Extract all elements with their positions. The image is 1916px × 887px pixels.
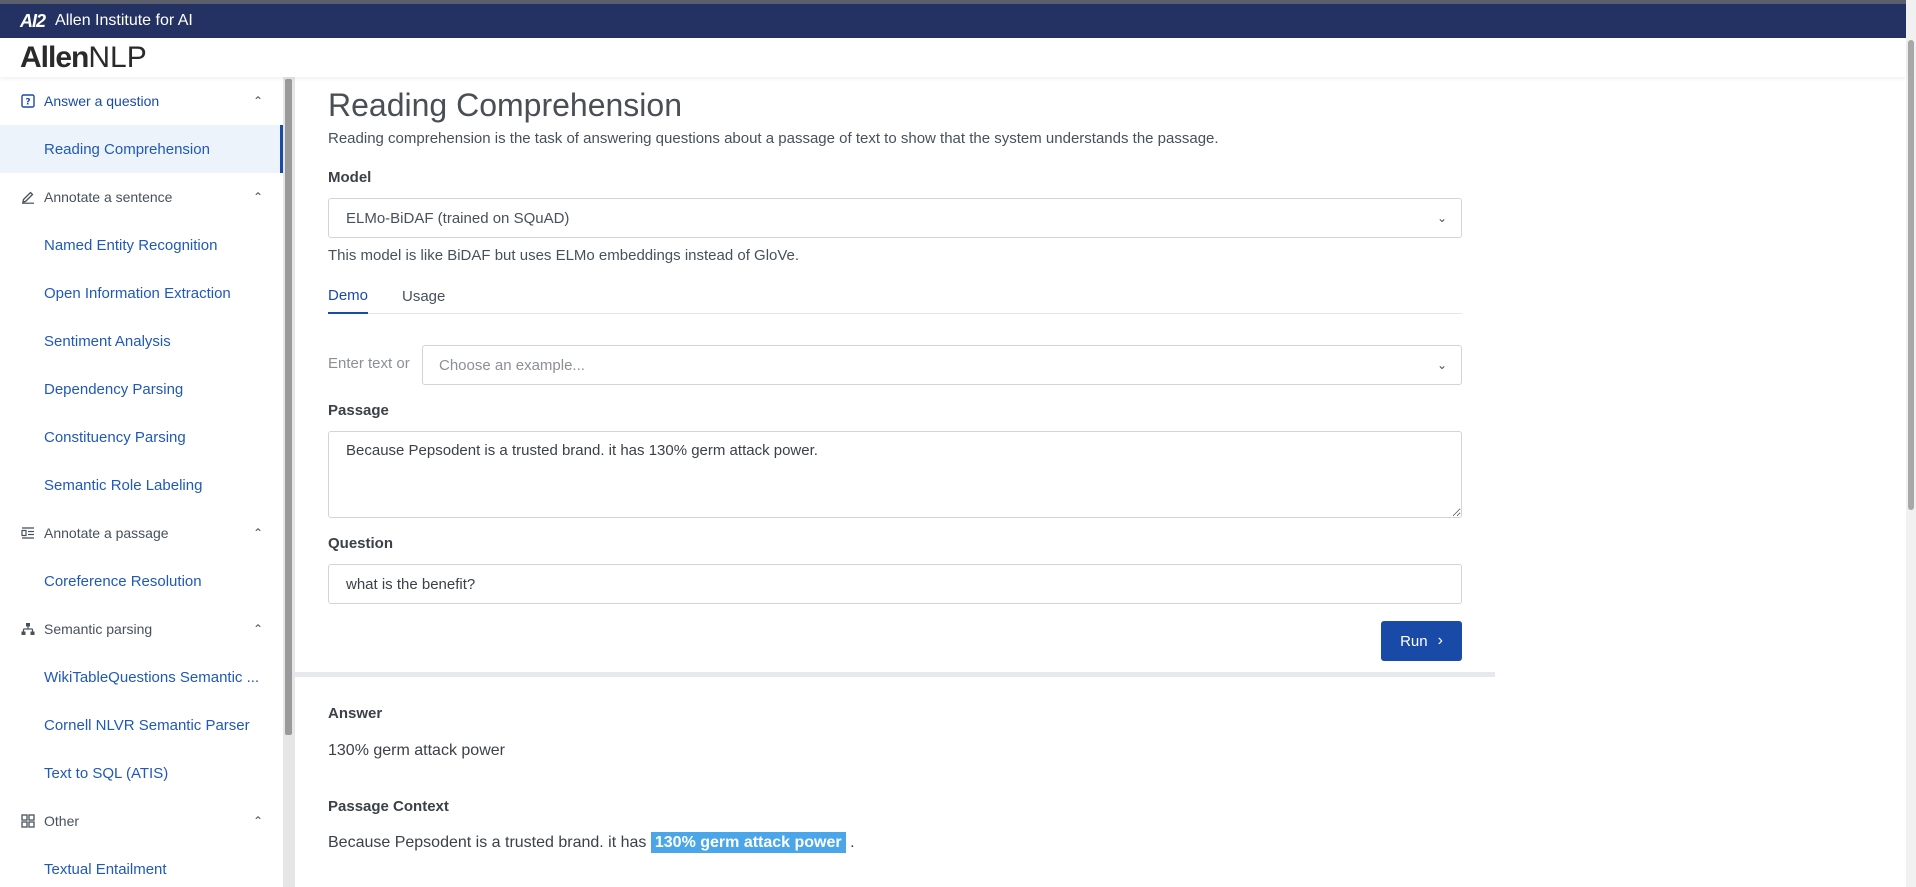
chevron-up-icon: ⌃ [252,814,263,828]
sidebar-item-coreference-resolution[interactable]: Coreference Resolution [0,557,283,605]
group-label: Annotate a passage [44,525,169,541]
sidebar-item-semantic-role-labeling[interactable]: Semantic Role Labeling [0,461,283,509]
page-scrollbar[interactable] [1906,0,1916,887]
group-annotate-a-passage[interactable]: Annotate a passage ⌃ [0,509,283,557]
group-label: Semantic parsing [44,621,153,637]
run-button[interactable]: Run › [1381,621,1462,661]
answer-value: 130% germ attack power [328,742,505,759]
tree-icon [20,621,36,637]
group-label: Annotate a sentence [44,189,173,205]
group-answer-a-question[interactable]: ? Answer a question ⌃ [0,77,283,125]
sidebar: ? Answer a question ⌃ Reading Comprehens… [0,77,283,887]
run-button-label: Run [1400,632,1428,650]
sidebar-item-sentiment-analysis[interactable]: Sentiment Analysis [0,317,283,365]
question-box-icon: ? [20,93,36,109]
chevron-down-icon: ⌄ [1436,211,1447,225]
main-content: Reading Comprehension Reading comprehens… [295,77,1906,887]
sidebar-item-constituency-parsing[interactable]: Constituency Parsing [0,413,283,461]
grid-icon [20,813,36,829]
section-divider [295,672,1495,677]
context-highlight: 130% germ attack power [650,832,846,853]
sidebar-item-open-information-extraction[interactable]: Open Information Extraction [0,269,283,317]
brand-bold: Allen [20,40,89,74]
context-before: Because Pepsodent is a trusted brand. it… [328,834,651,851]
context-after: . [845,834,855,851]
sidebar-item-cornell-nlvr[interactable]: Cornell NLVR Semantic Parser [0,701,283,749]
group-other[interactable]: Other ⌃ [0,797,283,845]
passage-textarea[interactable]: Because Pepsodent is a trusted brand. it… [328,431,1462,518]
sidebar-item-dependency-parsing[interactable]: Dependency Parsing [0,365,283,413]
chevron-up-icon: ⌃ [252,94,263,108]
allennlp-header: AllenNLP [0,38,1906,77]
question-input[interactable] [328,564,1462,604]
pencil-icon [20,189,36,205]
ai2-logo[interactable]: AI2 [20,11,46,32]
tab-bar: Demo Usage [328,279,1462,314]
page-scrollbar-thumb[interactable] [1908,40,1914,510]
passage-context: Because Pepsodent is a trusted brand. it… [328,832,855,853]
sidebar-scrollbar[interactable] [283,77,295,887]
svg-text:?: ? [25,98,30,108]
sidebar-scrollbar-thumb[interactable] [285,79,292,735]
page-title: Reading Comprehension [328,87,682,123]
example-placeholder: Choose an example... [439,356,585,374]
sidebar-item-textual-entailment[interactable]: Textual Entailment [0,845,283,887]
group-label: Answer a question [44,93,160,109]
sidebar-item-wikitablequestions[interactable]: WikiTableQuestions Semantic ... [0,653,283,701]
chevron-down-icon: ⌄ [1436,358,1447,372]
page-description: Reading comprehension is the task of ans… [328,130,1219,147]
tab-usage[interactable]: Usage [402,279,445,314]
example-select[interactable]: Choose an example... ⌄ [422,345,1462,385]
chevron-up-icon: ⌃ [252,622,263,636]
group-annotate-a-sentence[interactable]: Annotate a sentence ⌃ [0,173,283,221]
brand-light: NLP [88,40,147,74]
passage-label: Passage [328,402,389,419]
passage-context-label: Passage Context [328,798,449,815]
group-semantic-parsing[interactable]: Semantic parsing ⌃ [0,605,283,653]
chevron-up-icon: ⌃ [252,526,263,540]
chevron-up-icon: ⌃ [252,190,263,204]
model-label: Model [328,169,372,186]
question-label: Question [328,535,394,552]
sidebar-item-named-entity-recognition[interactable]: Named Entity Recognition [0,221,283,269]
enter-text-label: Enter text or [328,355,410,372]
sidebar-item-text-to-sql[interactable]: Text to SQL (ATIS) [0,749,283,797]
model-selected-value: ELMo-BiDAF (trained on SQuAD) [346,209,570,227]
allennlp-logo[interactable]: AllenNLP [20,41,147,75]
tab-demo[interactable]: Demo [328,279,369,314]
answer-label: Answer [328,705,383,722]
ai2-header-bar: AI2 Allen Institute for AI [0,0,1916,38]
ai2-name[interactable]: Allen Institute for AI [55,12,193,30]
model-note: This model is like BiDAF but uses ELMo e… [328,247,800,264]
group-label: Other [44,813,80,829]
passage-icon [20,525,36,541]
sidebar-item-reading-comprehension[interactable]: Reading Comprehension [0,125,283,173]
model-select[interactable]: ELMo-BiDAF (trained on SQuAD) ⌄ [328,198,1462,238]
chevron-right-icon: › [1437,632,1443,649]
